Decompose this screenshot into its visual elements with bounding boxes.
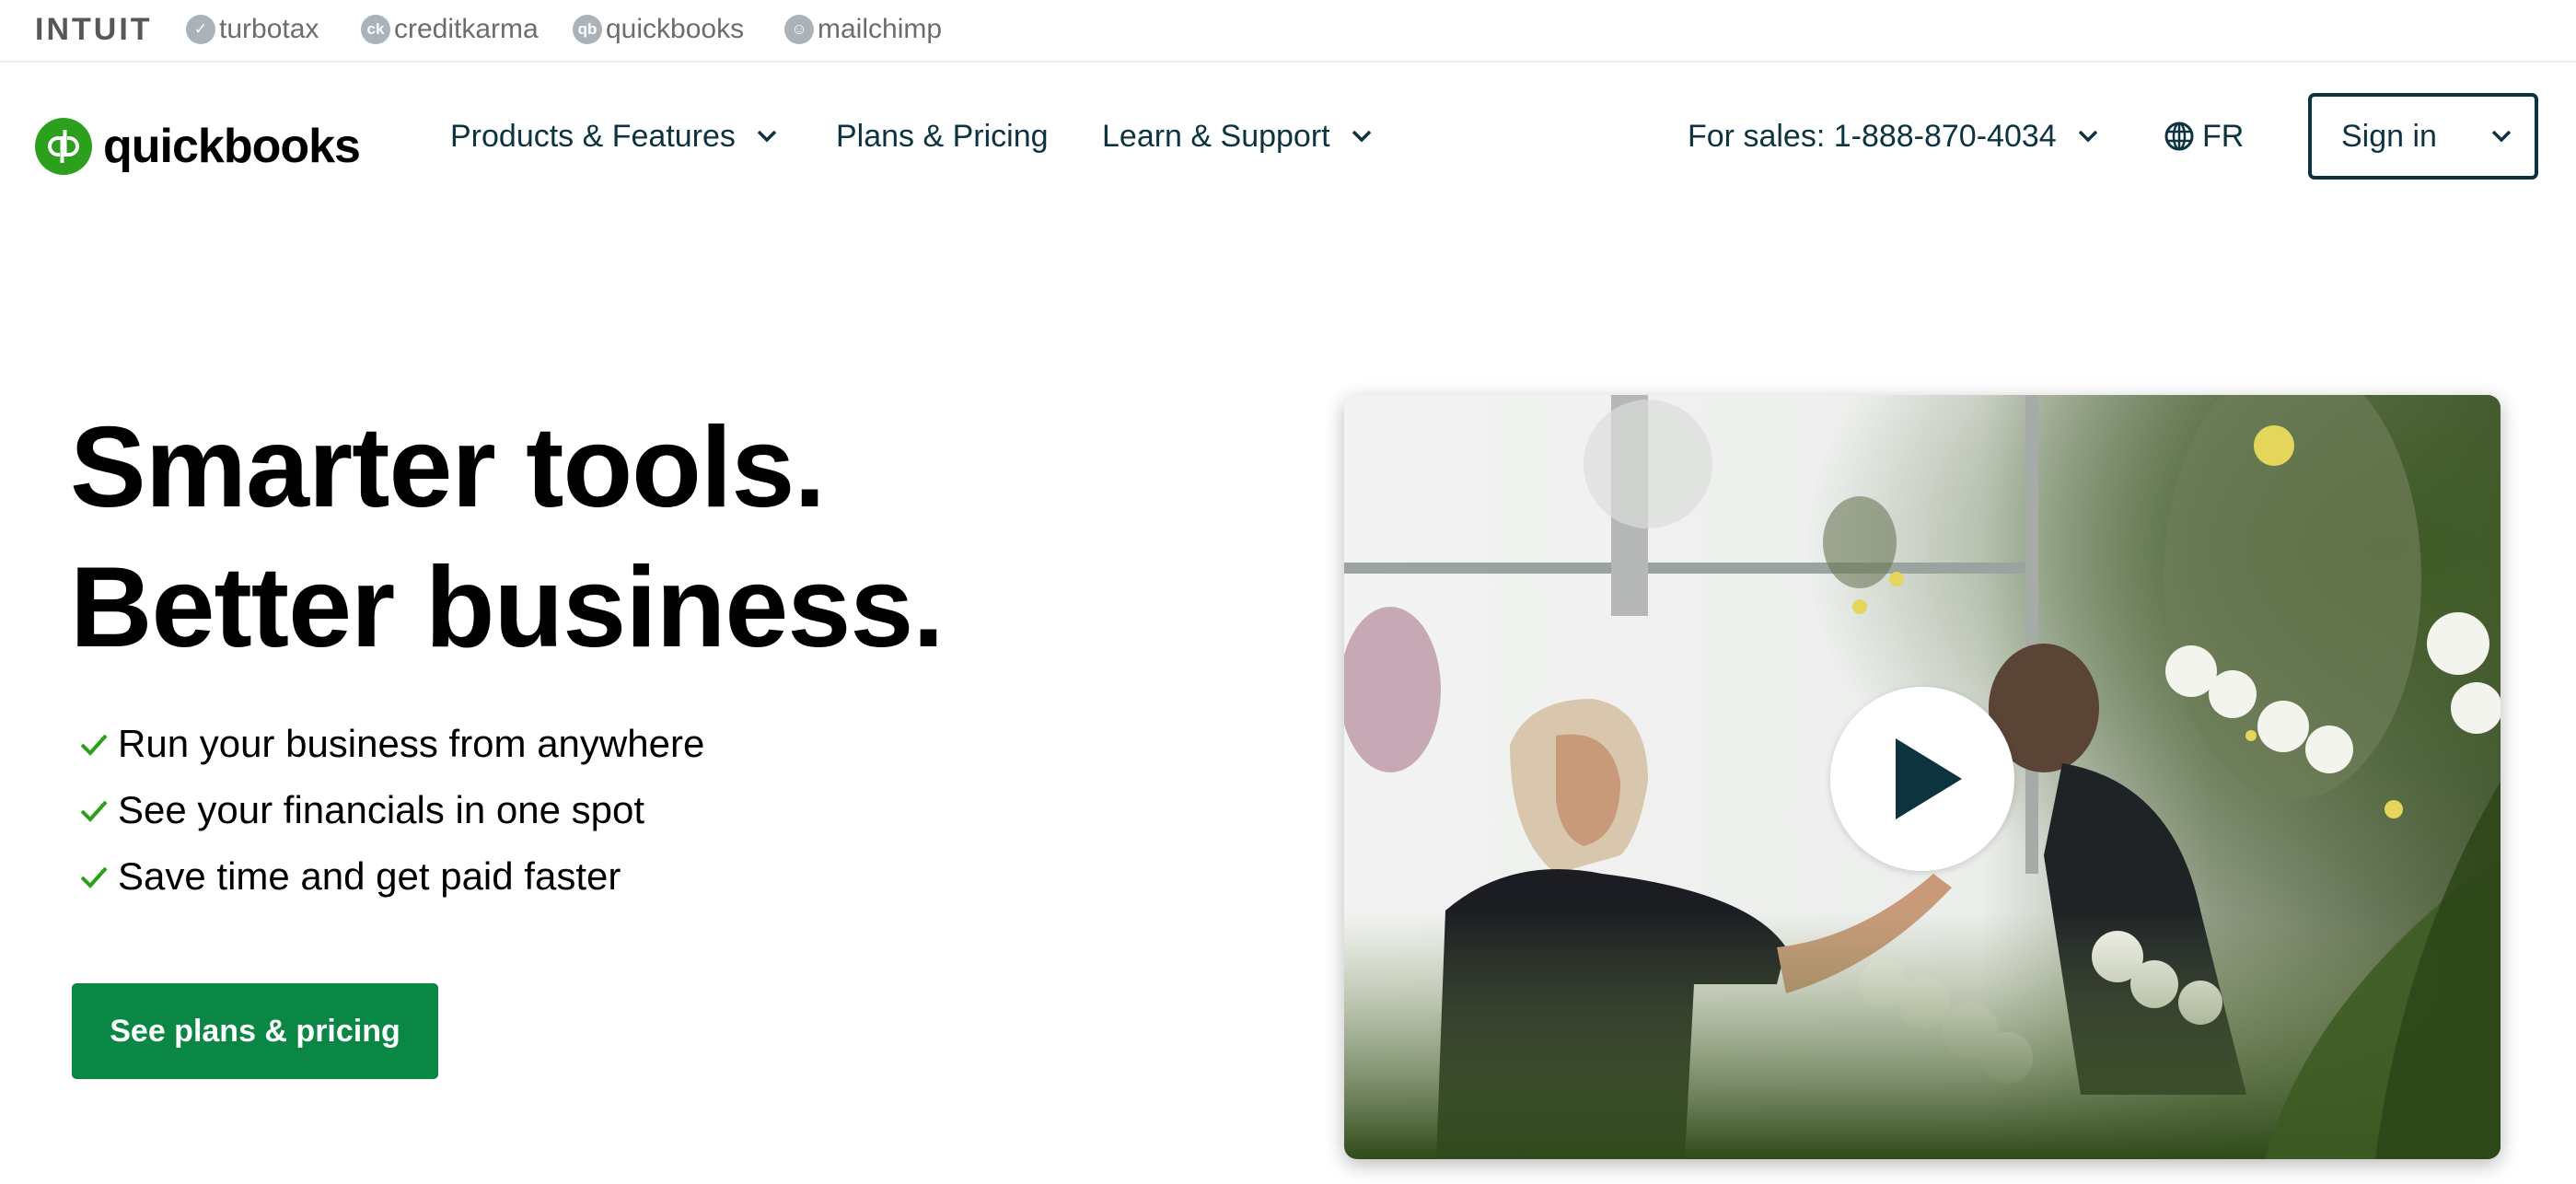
sales-phone-label: For sales: 1-888-870-4034 [1688,118,2057,154]
benefit-item: Run your business from anywhere [77,711,704,777]
nav-label: Plans & Pricing [836,118,1049,154]
family-link-label: creditkarma [394,14,539,44]
benefit-text: Run your business from anywhere [118,722,705,765]
benefit-item: See your financials in one spot [77,777,704,843]
checkmark-icon [80,800,108,822]
benefits-list: Run your business from anywhere See your… [77,711,704,910]
chevron-down-icon [1352,130,1371,143]
chevron-down-icon [2078,130,2097,143]
family-link-quickbooks[interactable]: qb quickbooks [573,11,744,48]
family-link-label: turbotax [219,14,319,44]
family-link-label: mailchimp [818,14,943,44]
chevron-down-icon [2491,130,2512,143]
intuit-logo: INTUIT [35,11,153,47]
language-selector[interactable]: FR [2164,110,2244,162]
benefit-text: Save time and get paid faster [118,854,621,898]
play-icon [1896,738,1962,819]
sign-in-button[interactable]: Sign in [2308,93,2538,180]
creditkarma-icon: ck [361,15,390,44]
language-label: FR [2202,118,2245,154]
family-link-creditkarma[interactable]: ck creditkarma [361,11,539,48]
nav-learn-support[interactable]: Learn & Support [1102,110,1375,162]
chevron-down-icon [757,130,777,143]
nav-products-features[interactable]: Products & Features [450,110,780,162]
play-button[interactable] [1830,687,2014,871]
quickbooks-logo-text: quickbooks [103,120,361,173]
sales-phone-dropdown[interactable]: For sales: 1-888-870-4034 [1688,110,2101,162]
quickbooks-logo[interactable]: quickbooks [35,116,361,177]
headline-line-1: Smarter tools. [70,404,826,531]
family-link-label: quickbooks [606,14,745,44]
globe-icon [2164,122,2194,151]
nav-plans-pricing[interactable]: Plans & Pricing [836,110,1049,162]
mailchimp-icon: ☺ [784,15,814,44]
family-link-mailchimp[interactable]: ☺ mailchimp [784,11,942,48]
quickbooks-logo-icon [35,118,92,175]
hero-video[interactable] [1344,395,2501,1159]
nav-label: Learn & Support [1102,118,1330,154]
hero-headline: Smarter tools. Better business. [70,398,945,678]
intuit-brand-link[interactable]: INTUIT [35,11,153,48]
headline-line-2: Better business. [70,544,945,671]
turbotax-check-icon: ✓ [186,15,215,44]
family-link-turbotax[interactable]: ✓ turbotax [186,11,319,48]
see-plans-pricing-button[interactable]: See plans & pricing [72,983,438,1079]
checkmark-icon [80,866,108,888]
sign-in-label: Sign in [2341,118,2437,154]
intuit-family-bar: INTUIT ✓ turbotax ck creditkarma qb quic… [0,0,2576,63]
nav-label: Products & Features [450,118,736,154]
checkmark-icon [80,734,108,756]
benefit-text: See your financials in one spot [118,788,645,831]
benefit-item: Save time and get paid faster [77,843,704,910]
quickbooks-icon: qb [573,15,602,44]
